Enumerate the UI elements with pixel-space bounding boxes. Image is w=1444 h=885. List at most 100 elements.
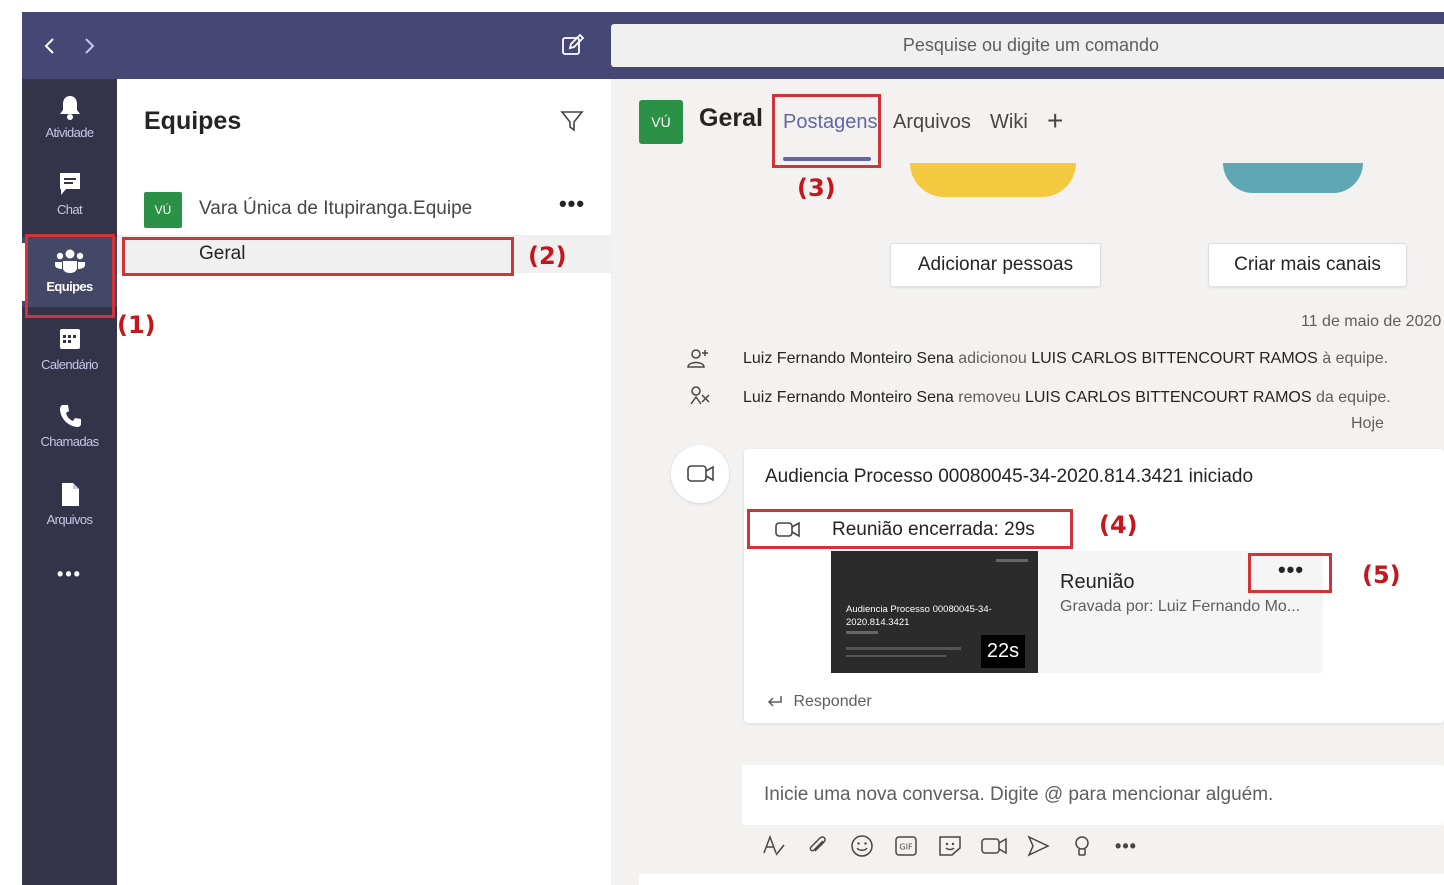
annotation-label-1: (1) — [117, 311, 156, 339]
format-icon — [763, 834, 785, 856]
reply-icon — [767, 696, 782, 707]
rail-label: Atividade — [45, 125, 94, 140]
channel-main: VÚ Geral Postagens Arquivos Wiki + Adici… — [611, 79, 1444, 885]
annotation-label-4: (4) — [1099, 511, 1138, 539]
rail-label: Chat — [56, 202, 83, 217]
recording-thumbnail[interactable]: Audiencia Processo 00080045-34-2020.814.… — [831, 551, 1038, 673]
annotation-box-5 — [1248, 553, 1332, 593]
welcome-illustration-yellow — [910, 163, 1076, 197]
reply-button[interactable]: Responder — [765, 693, 872, 711]
forward-button[interactable] — [77, 32, 101, 60]
channel-header: VÚ Geral Postagens Arquivos Wiki + — [611, 79, 1444, 163]
recording-author: Gravada por: Luiz Fernando Mo... — [1060, 598, 1301, 615]
annotation-label-5: (5) — [1362, 561, 1401, 589]
title-bar: Pesquise ou digite um comando — [22, 12, 1444, 79]
chat-icon — [59, 173, 80, 195]
activity-suffix: da equipe. — [1315, 389, 1391, 406]
rail-item-atividade[interactable]: Atividade — [22, 87, 117, 157]
compose-footer — [639, 874, 1444, 885]
app-bar: Atividade Chat Equipes Calendário Chamad… — [22, 79, 117, 885]
phone-icon — [59, 405, 81, 427]
tab-wiki[interactable]: Wiki — [990, 111, 1028, 134]
post-title: Audiencia Processo 00080045-34-2020.814.… — [765, 466, 1254, 487]
sticker-button[interactable] — [935, 831, 965, 861]
filter-button[interactable] — [560, 109, 584, 133]
sticker-icon — [939, 836, 961, 856]
thumbnail-logo — [996, 559, 1028, 562]
file-icon — [61, 483, 79, 506]
rail-label: Arquivos — [46, 512, 93, 527]
back-button[interactable] — [38, 32, 62, 60]
bell-icon — [59, 96, 80, 120]
send-icon — [1027, 835, 1050, 857]
tab-arquivos[interactable]: Arquivos — [893, 111, 971, 134]
praise-button[interactable] — [1067, 831, 1097, 861]
more-apps-button[interactable]: ••• — [22, 564, 117, 594]
emoji-button[interactable] — [847, 831, 877, 861]
annotation-label-3: (3) — [797, 174, 836, 202]
filter-icon — [560, 111, 584, 132]
reply-label: Responder — [793, 693, 872, 710]
search-input[interactable]: Pesquise ou digite um comando — [611, 24, 1444, 67]
thumbnail-line — [846, 631, 878, 634]
remove-user-icon — [690, 386, 710, 405]
annotation-label-2: (2) — [528, 242, 567, 270]
add-people-button[interactable]: Adicionar pessoas — [890, 243, 1101, 287]
stream-button[interactable] — [1023, 831, 1053, 861]
create-channels-button[interactable]: Criar mais canais — [1208, 243, 1407, 287]
gif-button[interactable]: GIF — [891, 831, 921, 861]
gif-icon: GIF — [895, 836, 917, 856]
recording-title: Reunião — [1060, 571, 1135, 593]
thumbnail-line — [846, 647, 961, 650]
activity-target: LUIS CARLOS BITTENCOURT RAMOS — [1024, 389, 1312, 406]
activity-message: Luiz Fernando Monteiro Sena removeu LUIS… — [743, 389, 1391, 407]
annotation-box-1 — [25, 234, 115, 318]
activity-verb: removeu — [958, 389, 1021, 406]
gif-label: GIF — [899, 843, 913, 852]
thumbnail-line — [846, 655, 946, 657]
annotation-box-2 — [122, 237, 514, 276]
welcome-illustration-teal — [1223, 163, 1363, 193]
thumbnail-title: Audiencia Processo 00080045-34-2020.814.… — [846, 604, 992, 628]
activity-verb: adicionou — [958, 350, 1027, 367]
new-chat-button[interactable] — [560, 32, 586, 58]
panel-title: Equipes — [144, 107, 242, 135]
add-user-icon — [687, 349, 708, 368]
rail-item-calendario[interactable]: Calendário — [22, 319, 117, 389]
meeting-post-card: Audiencia Processo 00080045-34-2020.814.… — [744, 449, 1444, 723]
channel-title: Geral — [699, 104, 763, 132]
compose-icon — [562, 33, 585, 55]
calendar-icon — [59, 329, 80, 349]
activity-actor: Luiz Fernando Monteiro Sena — [743, 350, 954, 367]
activity-suffix: à equipe. — [1322, 350, 1389, 367]
attach-icon — [809, 836, 826, 852]
praise-icon — [1075, 836, 1089, 856]
date-divider: 11 de maio de 2020 — [1301, 313, 1442, 330]
date-divider: Hoje — [1351, 415, 1384, 432]
new-conversation-input[interactable]: Inicie uma nova conversa. Digite @ para … — [742, 765, 1444, 825]
chevron-left-icon — [44, 38, 54, 54]
format-button[interactable] — [759, 831, 789, 861]
rail-item-chamadas[interactable]: Chamadas — [22, 396, 117, 466]
annotation-box-3 — [772, 94, 881, 168]
rail-item-arquivos[interactable]: Arquivos — [22, 474, 117, 544]
annotation-box-4 — [747, 509, 1073, 549]
recording-duration: 22s — [981, 635, 1025, 668]
rail-label: Chamadas — [40, 434, 99, 449]
rail-label: Calendário — [41, 357, 98, 372]
teams-list-panel: Equipes VÚ Vara Única de Itupiranga.Equi… — [117, 79, 611, 885]
attach-button[interactable] — [803, 831, 833, 861]
rail-item-chat[interactable]: Chat — [22, 164, 117, 234]
team-item[interactable]: VÚ Vara Única de Itupiranga.Equipe ••• — [117, 187, 611, 231]
meet-now-icon — [981, 837, 1007, 855]
team-more-options-button[interactable]: ••• — [557, 191, 587, 219]
team-avatar: VÚ — [144, 192, 182, 228]
channel-avatar: VÚ — [639, 100, 683, 144]
add-tab-button[interactable]: + — [1047, 105, 1063, 137]
meet-now-button[interactable] — [979, 831, 1009, 861]
team-name: Vara Única de Itupiranga.Equipe — [199, 198, 473, 219]
meeting-avatar — [671, 445, 729, 503]
activity-message: Luiz Fernando Monteiro Sena adicionou LU… — [743, 350, 1388, 368]
more-options-button[interactable]: ••• — [1111, 831, 1141, 861]
emoji-icon — [851, 835, 873, 857]
